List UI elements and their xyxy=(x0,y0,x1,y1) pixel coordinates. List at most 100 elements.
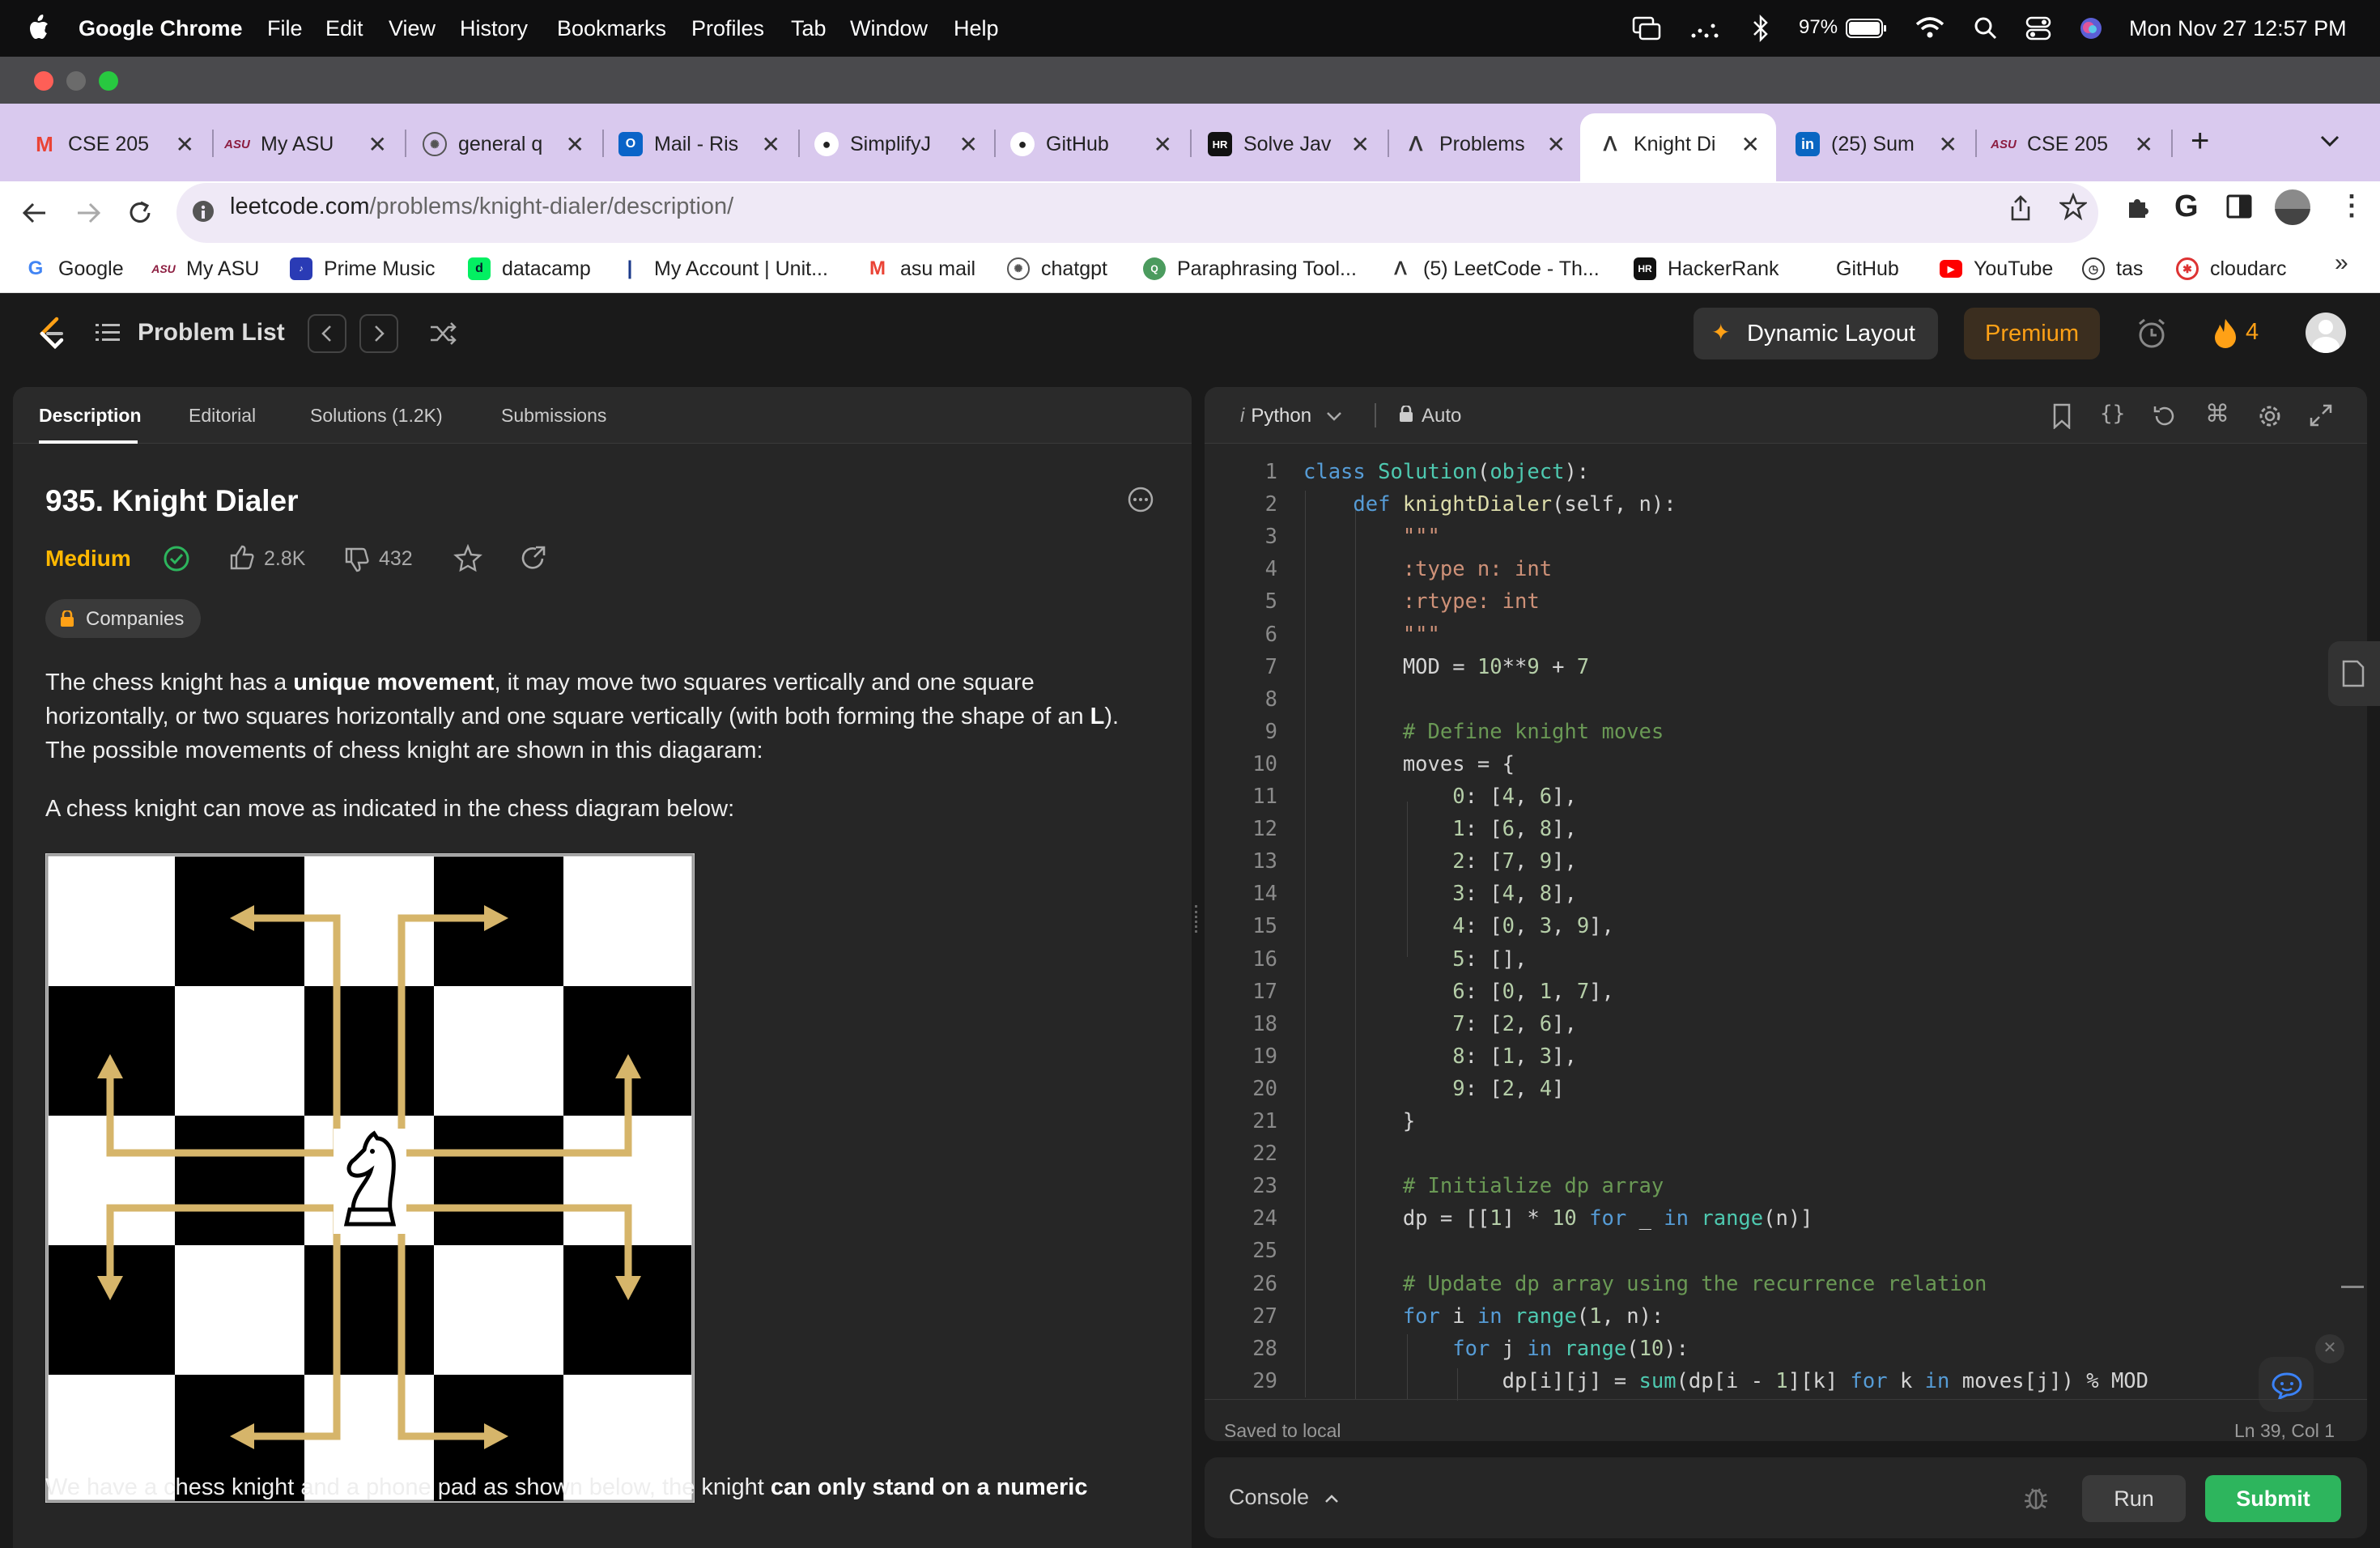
bookmark-item[interactable]: ▶ YouTube xyxy=(1940,253,2053,285)
code-line[interactable]: :type n: int xyxy=(1303,557,1552,581)
code-line[interactable]: for j in range(10): xyxy=(1303,1337,1689,1361)
browser-tab[interactable]: ⴷ Problems ✕ xyxy=(1404,121,1566,167)
new-tab-plus-icon[interactable]: + xyxy=(2191,123,2209,159)
next-problem-button[interactable] xyxy=(359,314,398,353)
tab-editorial[interactable]: Editorial xyxy=(189,405,256,427)
close-tab-icon[interactable]: ✕ xyxy=(368,131,387,158)
close-tab-icon[interactable]: ✕ xyxy=(1741,131,1760,158)
menu-window[interactable]: Window xyxy=(850,16,928,41)
code-line[interactable]: """ xyxy=(1303,525,1440,549)
menu-profiles[interactable]: Profiles xyxy=(691,16,764,41)
extensions-icon[interactable] xyxy=(2124,193,2152,220)
auto-mode-toggle[interactable]: Auto xyxy=(1399,404,1461,427)
app-name[interactable]: Google Chrome xyxy=(79,16,243,41)
close-tab-icon[interactable]: ✕ xyxy=(1351,131,1370,158)
companies-tag[interactable]: Companies xyxy=(45,599,201,638)
close-feedback-icon[interactable]: ✕ xyxy=(2315,1334,2344,1363)
code-line[interactable]: 0: [4, 6], xyxy=(1303,785,1577,809)
premium-button[interactable]: Premium xyxy=(1964,308,2100,359)
bookmark-icon[interactable] xyxy=(2051,403,2072,429)
menu-view[interactable]: View xyxy=(389,16,436,41)
site-info-icon[interactable] xyxy=(191,198,215,225)
code-line[interactable]: 4: [0, 3, 9], xyxy=(1303,914,1614,938)
streak-flame-icon[interactable] xyxy=(2213,317,2238,348)
bookmark-item[interactable]: ◷ tas xyxy=(2082,253,2143,285)
bookmark-item[interactable]: ✺ chatgpt xyxy=(1007,253,1107,285)
bookmark-item[interactable]: Masu mail xyxy=(866,253,975,285)
format-braces-icon[interactable]: {} xyxy=(2100,402,2125,426)
code-line[interactable]: 6: [0, 1, 7], xyxy=(1303,980,1614,1004)
bookmark-item[interactable]: HR HackerRank xyxy=(1634,253,1779,285)
battery-icon[interactable] xyxy=(1846,18,1888,39)
tab-submissions[interactable]: Submissions xyxy=(501,405,606,427)
browser-tab[interactable]: ● SimplifyJ ✕ xyxy=(814,121,978,167)
notes-side-tab[interactable] xyxy=(2328,641,2380,706)
close-tab-icon[interactable]: ✕ xyxy=(176,131,194,158)
code-line[interactable]: 8: [1, 3], xyxy=(1303,1044,1577,1069)
code-line[interactable]: MOD = 10**9 + 7 xyxy=(1303,655,1589,679)
activity-icon[interactable] xyxy=(1690,18,1719,40)
tab-solutions[interactable]: Solutions (1.2K) xyxy=(310,405,443,427)
browser-tab[interactable]: M CSE 205 ✕ xyxy=(32,121,194,167)
menu-edit[interactable]: Edit xyxy=(325,16,363,41)
browser-tab[interactable]: HR Solve Jav ✕ xyxy=(1208,121,1370,167)
siri-icon[interactable] xyxy=(2079,16,2103,40)
close-tab-icon[interactable]: ✕ xyxy=(959,131,978,158)
problem-title[interactable]: 935. Knight Dialer xyxy=(45,484,299,518)
leetcode-logo-icon[interactable] xyxy=(36,316,66,351)
bookmark-item[interactable]: GitHub xyxy=(1813,253,1899,285)
favorite-star-icon[interactable] xyxy=(453,544,482,573)
code-line[interactable]: dp[i][j] = sum(dp[i - 1][k] for k in mov… xyxy=(1303,1369,2148,1393)
bluetooth-icon[interactable] xyxy=(1752,15,1770,42)
menu-help[interactable]: Help xyxy=(954,16,999,41)
fullscreen-expand-icon[interactable] xyxy=(2309,403,2333,427)
bookmark-item[interactable]: ♪ Prime Music xyxy=(290,253,436,285)
reset-code-icon[interactable] xyxy=(2152,403,2178,429)
url-text[interactable]: leetcode.com/problems/knight-dialer/desc… xyxy=(230,194,733,220)
control-center-icon[interactable] xyxy=(2025,16,2051,40)
bookmark-item[interactable]: ⴷ (5) LeetCode - Th... xyxy=(1389,253,1599,285)
submit-button[interactable]: Submit xyxy=(2205,1475,2341,1522)
settings-gear-icon[interactable] xyxy=(2257,403,2283,429)
bookmark-item[interactable]: ✱ cloudarc xyxy=(2176,253,2287,285)
search-icon[interactable] xyxy=(1974,16,1998,40)
close-tab-icon[interactable]: ✕ xyxy=(566,131,584,158)
code-line[interactable]: } xyxy=(1303,1109,1415,1133)
profile-avatar[interactable] xyxy=(2275,189,2310,225)
debug-bug-icon[interactable] xyxy=(2022,1483,2050,1512)
language-selector[interactable]: i Python xyxy=(1240,405,1343,427)
browser-tab[interactable]: ● GitHub ✕ xyxy=(1010,121,1172,167)
menu-bookmarks[interactable]: Bookmarks xyxy=(557,16,666,41)
close-tab-icon[interactable]: ✕ xyxy=(1547,131,1566,158)
browser-tab[interactable]: ASU My ASU ✕ xyxy=(224,121,387,167)
bookmark-item[interactable]: ASU My ASU xyxy=(151,253,259,285)
share-icon[interactable] xyxy=(518,544,547,573)
shortcuts-command-icon[interactable]: ⌘ xyxy=(2205,400,2229,428)
alarm-clock-icon[interactable] xyxy=(2136,317,2168,350)
code-line[interactable]: moves = { xyxy=(1303,752,1515,776)
editor-scrollbar-thumb[interactable] xyxy=(2341,1286,2364,1288)
close-tab-icon[interactable]: ✕ xyxy=(1154,131,1172,158)
bookmark-item[interactable]: | My Account | Unit... xyxy=(623,253,828,285)
browser-tab-active[interactable]: ⴷ Knight Di ✕ xyxy=(1598,121,1760,167)
code-line[interactable]: 3: [4, 8], xyxy=(1303,882,1577,906)
run-button[interactable]: Run xyxy=(2082,1475,2186,1522)
menu-history[interactable]: History xyxy=(460,16,528,41)
side-panel-icon[interactable] xyxy=(2226,194,2252,219)
browser-tab[interactable]: ✺ general q ✕ xyxy=(423,121,584,167)
console-toggle[interactable]: Console xyxy=(1229,1485,1340,1510)
wifi-icon[interactable] xyxy=(1915,16,1944,39)
close-tab-icon[interactable]: ✕ xyxy=(2135,131,2153,158)
browser-tab[interactable]: O Mail - Ris ✕ xyxy=(618,121,780,167)
minimize-window-button[interactable] xyxy=(66,71,86,91)
code-line[interactable]: 2: [7, 9], xyxy=(1303,849,1577,874)
code-line[interactable]: for i in range(1, n): xyxy=(1303,1304,1664,1329)
share-icon[interactable] xyxy=(2009,194,2032,222)
bookmark-star-icon[interactable] xyxy=(2059,193,2087,220)
thumbs-up-icon[interactable] xyxy=(228,544,256,572)
bookmarks-overflow-icon[interactable]: » xyxy=(2335,249,2348,277)
problem-list-link[interactable]: Problem List xyxy=(138,319,285,347)
menu-tab[interactable]: Tab xyxy=(791,16,827,41)
user-avatar[interactable] xyxy=(2306,313,2346,353)
grammarly-g-icon[interactable]: G xyxy=(2174,189,2199,224)
